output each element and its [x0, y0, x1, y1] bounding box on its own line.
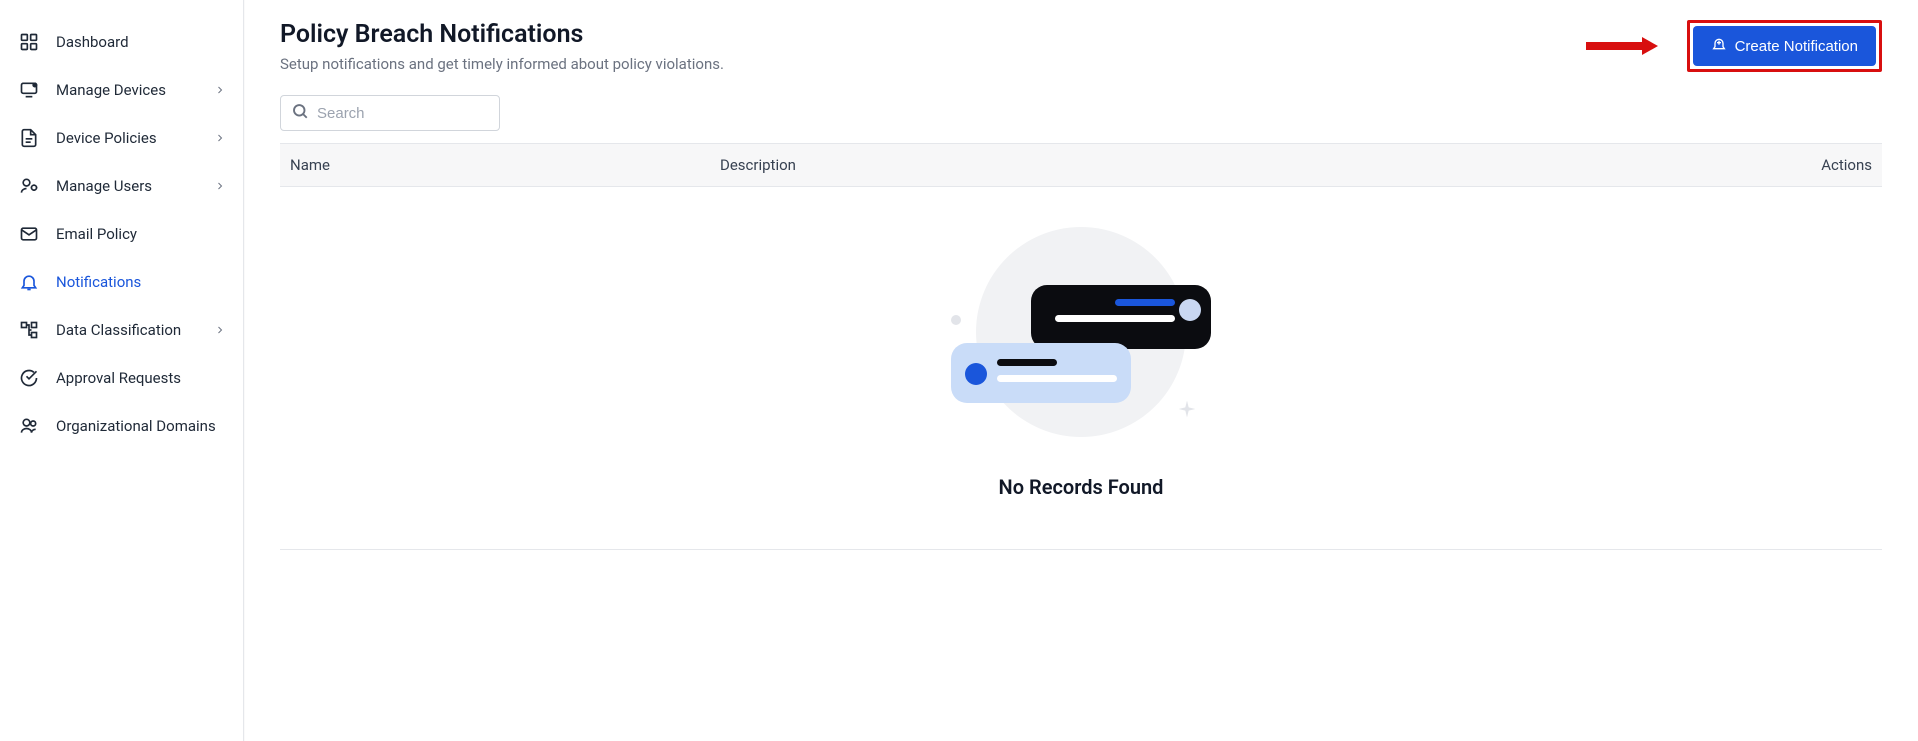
- main-content: Policy Breach Notifications Setup notifi…: [244, 0, 1918, 741]
- sidebar-item-label: Dashboard: [56, 33, 227, 51]
- notifications-table: Name Description Actions: [280, 143, 1882, 550]
- table-header: Name Description Actions: [280, 144, 1882, 187]
- sidebar-item-label: Data Classification: [56, 321, 213, 339]
- column-header-description: Description: [720, 156, 1752, 174]
- sidebar-item-label: Manage Users: [56, 177, 213, 195]
- search-icon: [291, 102, 309, 124]
- chevron-right-icon: [213, 131, 227, 145]
- sidebar-item-organizational-domains[interactable]: Organizational Domains: [0, 402, 243, 450]
- document-icon: [18, 127, 40, 149]
- bell-icon: [18, 271, 40, 293]
- arrow-right-icon: [1586, 37, 1658, 55]
- monitor-icon: [18, 79, 40, 101]
- bell-plus-icon: [1711, 36, 1727, 56]
- sidebar-item-dashboard[interactable]: Dashboard: [0, 18, 243, 66]
- empty-state: No Records Found: [280, 187, 1882, 550]
- search-box[interactable]: [280, 95, 500, 131]
- sidebar-item-manage-devices[interactable]: Manage Devices: [0, 66, 243, 114]
- sidebar-item-device-policies[interactable]: Device Policies: [0, 114, 243, 162]
- search-input[interactable]: [317, 105, 489, 122]
- sidebar-item-label: Email Policy: [56, 225, 227, 243]
- hierarchy-icon: [18, 319, 40, 341]
- create-notification-label: Create Notification: [1735, 38, 1858, 55]
- sidebar-item-notifications[interactable]: Notifications: [0, 258, 243, 306]
- sidebar-item-label: Manage Devices: [56, 81, 213, 99]
- empty-state-message: No Records Found: [999, 475, 1164, 499]
- check-circle-icon: [18, 367, 40, 389]
- empty-state-illustration: [951, 227, 1211, 447]
- dashboard-icon: [18, 31, 40, 53]
- users-icon: [18, 415, 40, 437]
- user-settings-icon: [18, 175, 40, 197]
- sidebar: Dashboard Manage Devices Device Policies: [0, 0, 244, 741]
- column-header-name: Name: [290, 156, 720, 174]
- sidebar-item-approval-requests[interactable]: Approval Requests: [0, 354, 243, 402]
- create-notification-button[interactable]: Create Notification: [1693, 26, 1876, 66]
- sidebar-item-label: Approval Requests: [56, 369, 227, 387]
- sparkle-icon: [1177, 399, 1197, 419]
- mail-icon: [18, 223, 40, 245]
- sidebar-item-label: Device Policies: [56, 129, 213, 147]
- column-header-actions: Actions: [1752, 156, 1872, 174]
- sidebar-item-label: Organizational Domains: [56, 417, 227, 435]
- sidebar-item-data-classification[interactable]: Data Classification: [0, 306, 243, 354]
- chevron-right-icon: [213, 179, 227, 193]
- sidebar-item-label: Notifications: [56, 273, 227, 291]
- chevron-right-icon: [213, 323, 227, 337]
- sidebar-item-email-policy[interactable]: Email Policy: [0, 210, 243, 258]
- chevron-right-icon: [213, 83, 227, 97]
- page-subtitle: Setup notifications and get timely infor…: [280, 55, 724, 73]
- highlight-box: Create Notification: [1687, 20, 1882, 72]
- page-title: Policy Breach Notifications: [280, 20, 724, 49]
- sidebar-item-manage-users[interactable]: Manage Users: [0, 162, 243, 210]
